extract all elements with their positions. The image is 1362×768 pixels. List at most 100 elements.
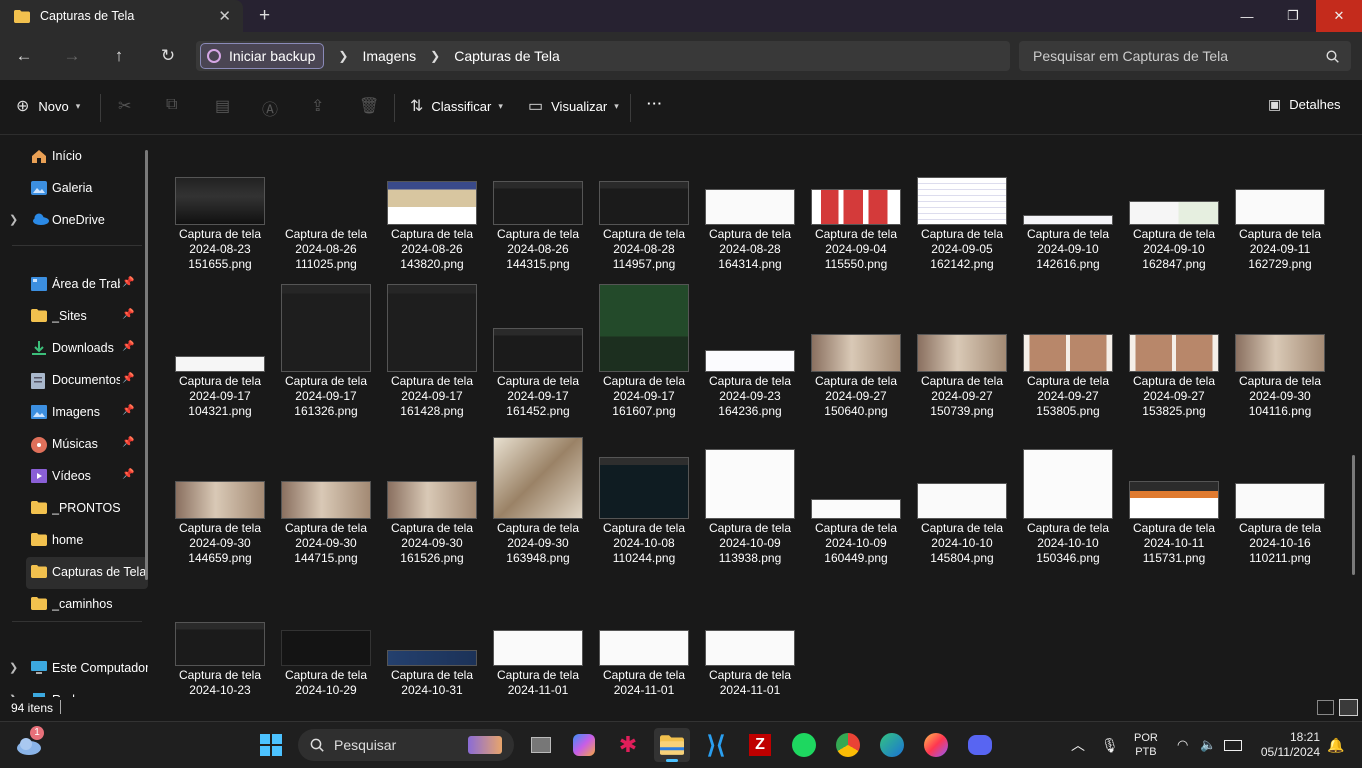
file-item[interactable]: Captura de tela 2024-09-10 162847.png bbox=[1121, 147, 1227, 294]
close-button[interactable]: ✕ bbox=[1316, 0, 1362, 32]
file-item[interactable]: Captura de tela 2024-09-30 144715.png bbox=[273, 441, 379, 588]
sidebar-item[interactable]: home bbox=[0, 525, 148, 557]
back-icon[interactable]: ← bbox=[10, 42, 38, 70]
details-view-icon[interactable] bbox=[1317, 700, 1334, 715]
forward-icon[interactable]: → bbox=[58, 42, 86, 70]
sidebar-item[interactable]: ❯ OneDrive bbox=[0, 205, 148, 237]
sidebar-item[interactable]: Documentos 📌 bbox=[0, 365, 148, 397]
spotify-button[interactable] bbox=[786, 728, 822, 762]
chevron-right-icon[interactable]: ❯ bbox=[9, 661, 18, 674]
delete-button[interactable]: 🗑 bbox=[359, 96, 379, 116]
file-item[interactable]: Captura de tela 2024-09-17 161452.png bbox=[485, 294, 591, 441]
file-item[interactable]: Captura de tela 2024-10-10 145804.png bbox=[909, 441, 1015, 588]
copy-button[interactable]: ⧉ bbox=[166, 96, 177, 114]
file-item[interactable]: Captura de tela 2024-08-26 111025.png bbox=[273, 147, 379, 294]
sidebar-item[interactable]: ❯Rede bbox=[0, 685, 148, 697]
file-item[interactable]: Captura de tela 2024-09-05 162142.png bbox=[909, 147, 1015, 294]
file-item[interactable]: Captura de tela 2024-08-26 144315.png bbox=[485, 147, 591, 294]
vscode-button[interactable]: ⟩⟨ bbox=[698, 728, 734, 762]
sidebar-item[interactable]: Músicas 📌 bbox=[0, 429, 148, 461]
file-item[interactable]: Captura de tela 2024-09-30 163948.png bbox=[485, 437, 591, 588]
file-item[interactable]: Captura de tela 2024-08-26 143820.png bbox=[379, 147, 485, 294]
slack-button[interactable]: ✱ bbox=[610, 728, 646, 762]
breadcrumb-capturas[interactable]: Capturas de Tela bbox=[454, 48, 560, 64]
up-icon[interactable]: ↑ bbox=[105, 42, 133, 70]
file-item[interactable]: Captura de tela 2024-10-09 113938.png bbox=[697, 441, 803, 588]
weather-widget[interactable]: 1 bbox=[12, 726, 46, 762]
file-item[interactable]: Captura de tela 2024-10-16 110211.png bbox=[1227, 441, 1333, 588]
file-item[interactable]: Captura de tela 2024-10-08 110244.png bbox=[591, 441, 697, 588]
sidebar-item[interactable]: Imagens 📌 bbox=[0, 397, 148, 429]
sidebar-item[interactable]: Downloads 📌 bbox=[0, 333, 148, 365]
window-tab[interactable]: Capturas de Tela ✕ bbox=[0, 0, 243, 32]
sidebar-item[interactable]: Vídeos 📌 bbox=[0, 461, 148, 493]
file-item[interactable]: Captura de tela 2024-09-11 162729.png bbox=[1227, 147, 1333, 294]
cut-button[interactable]: ✂ bbox=[118, 96, 131, 116]
filezilla-button[interactable]: Z bbox=[742, 728, 778, 762]
discord-button[interactable] bbox=[962, 728, 998, 762]
file-item[interactable]: Captura de tela 2024-09-23 164236.png bbox=[697, 294, 803, 441]
file-item[interactable]: Captura de tela 2024-10-10 150346.png bbox=[1015, 441, 1121, 588]
address-bar[interactable]: Iniciar backup ❯ Imagens ❯ Capturas de T… bbox=[196, 41, 1010, 71]
file-item[interactable]: Captura de tela 2024-09-04 115550.png bbox=[803, 147, 909, 294]
battery-icon[interactable] bbox=[1224, 722, 1242, 768]
microphone-icon[interactable]: 🎙 bbox=[1101, 722, 1119, 768]
more-options-button[interactable]: ··· bbox=[647, 96, 663, 111]
file-item[interactable]: Captura de tela 2024-09-17 104321.png bbox=[167, 294, 273, 441]
refresh-icon[interactable]: ↻ bbox=[154, 42, 182, 70]
new-button[interactable]: ⊕ Novo ▾ bbox=[16, 96, 80, 116]
view-button[interactable]: ▭ Visualizar ▾ bbox=[528, 96, 619, 116]
breadcrumb-imagens[interactable]: Imagens bbox=[362, 48, 416, 64]
taskbar-search[interactable]: Pesquisar bbox=[298, 729, 514, 761]
sidebar-item[interactable]: _PRONTOS bbox=[0, 493, 148, 525]
clock[interactable]: 18:21 05/11/2024 bbox=[1256, 722, 1320, 768]
chevron-right-icon[interactable]: ❯ bbox=[9, 213, 18, 226]
sidebar-item[interactable]: Galeria bbox=[0, 173, 148, 205]
language-indicator[interactable]: POR PTB bbox=[1134, 722, 1158, 768]
file-item[interactable]: Captura de tela 2024-09-27 150739.png bbox=[909, 294, 1015, 441]
edge-button[interactable] bbox=[874, 728, 910, 762]
file-item[interactable]: Captura de tela 2024-10-11 115731.png bbox=[1121, 441, 1227, 588]
sidebar-item[interactable]: Área de Trabalho📌 bbox=[0, 269, 148, 301]
large-icons-view-icon[interactable] bbox=[1339, 699, 1358, 716]
minimize-button[interactable]: — bbox=[1224, 0, 1270, 32]
file-item[interactable]: Captura de tela 2024-09-17 161326.png bbox=[273, 284, 379, 441]
notifications-bell-icon[interactable]: 🔔 bbox=[1327, 722, 1344, 768]
sidebar-item[interactable]: _Sites 📌 bbox=[0, 301, 148, 333]
paste-button[interactable]: ▤ bbox=[215, 96, 230, 116]
file-item[interactable]: Captura de tela 2024-09-27 153825.png bbox=[1121, 294, 1227, 441]
file-item[interactable]: Captura de tela 2024-10-09 160449.png bbox=[803, 441, 909, 588]
copilot-button[interactable] bbox=[566, 728, 602, 762]
share-button[interactable]: ⇪ bbox=[311, 96, 324, 116]
volume-icon[interactable]: 🔈 bbox=[1200, 722, 1216, 768]
sidebar-item[interactable]: _caminhos bbox=[0, 589, 148, 621]
search-box[interactable]: Pesquisar em Capturas de Tela bbox=[1019, 41, 1351, 71]
new-tab-button[interactable]: + bbox=[259, 5, 270, 27]
sidebar-scrollbar[interactable] bbox=[145, 150, 148, 580]
file-item[interactable]: Captura de tela 2024-08-28 114957.png bbox=[591, 147, 697, 294]
start-button[interactable] bbox=[253, 728, 289, 762]
search-input[interactable]: Pesquisar em Capturas de Tela bbox=[1033, 48, 1326, 64]
file-item[interactable]: Captura de tela 2024-09-10 142616.png bbox=[1015, 147, 1121, 294]
sort-button[interactable]: ⇅ Classificar ▾ bbox=[410, 96, 503, 116]
file-item[interactable]: Captura de tela 2024-08-23 151655.png bbox=[167, 147, 273, 294]
content-scrollbar[interactable] bbox=[1352, 455, 1355, 575]
file-item[interactable]: Captura de tela 2024-09-17 161428.png bbox=[379, 284, 485, 441]
task-view-button[interactable] bbox=[523, 728, 559, 762]
file-item[interactable]: Captura de tela 2024-09-30 144659.png bbox=[167, 441, 273, 588]
chrome-button[interactable] bbox=[830, 728, 866, 762]
rename-button[interactable]: Ⓐ bbox=[262, 96, 278, 120]
sidebar-item[interactable]: Início bbox=[0, 141, 148, 173]
sidebar-item[interactable]: Capturas de Tela bbox=[26, 557, 148, 589]
file-explorer-button[interactable] bbox=[654, 728, 690, 762]
sidebar-item[interactable]: ❯ Este Computador bbox=[0, 653, 148, 685]
file-item[interactable]: Captura de tela 2024-09-30 104116.png bbox=[1227, 294, 1333, 441]
maximize-button[interactable]: ❐ bbox=[1270, 0, 1316, 32]
details-button[interactable]: ▣ Detalhes bbox=[1268, 96, 1341, 113]
wifi-icon[interactable]: ◠ bbox=[1177, 722, 1188, 768]
file-item[interactable]: Captura de tela 2024-09-17 161607.png bbox=[591, 284, 697, 441]
backup-button[interactable]: Iniciar backup bbox=[200, 43, 325, 69]
file-item[interactable]: Captura de tela 2024-09-27 150640.png bbox=[803, 294, 909, 441]
file-item[interactable]: Captura de tela 2024-09-30 161526.png bbox=[379, 441, 485, 588]
show-hidden-icons[interactable]: ︿ bbox=[1071, 722, 1085, 768]
